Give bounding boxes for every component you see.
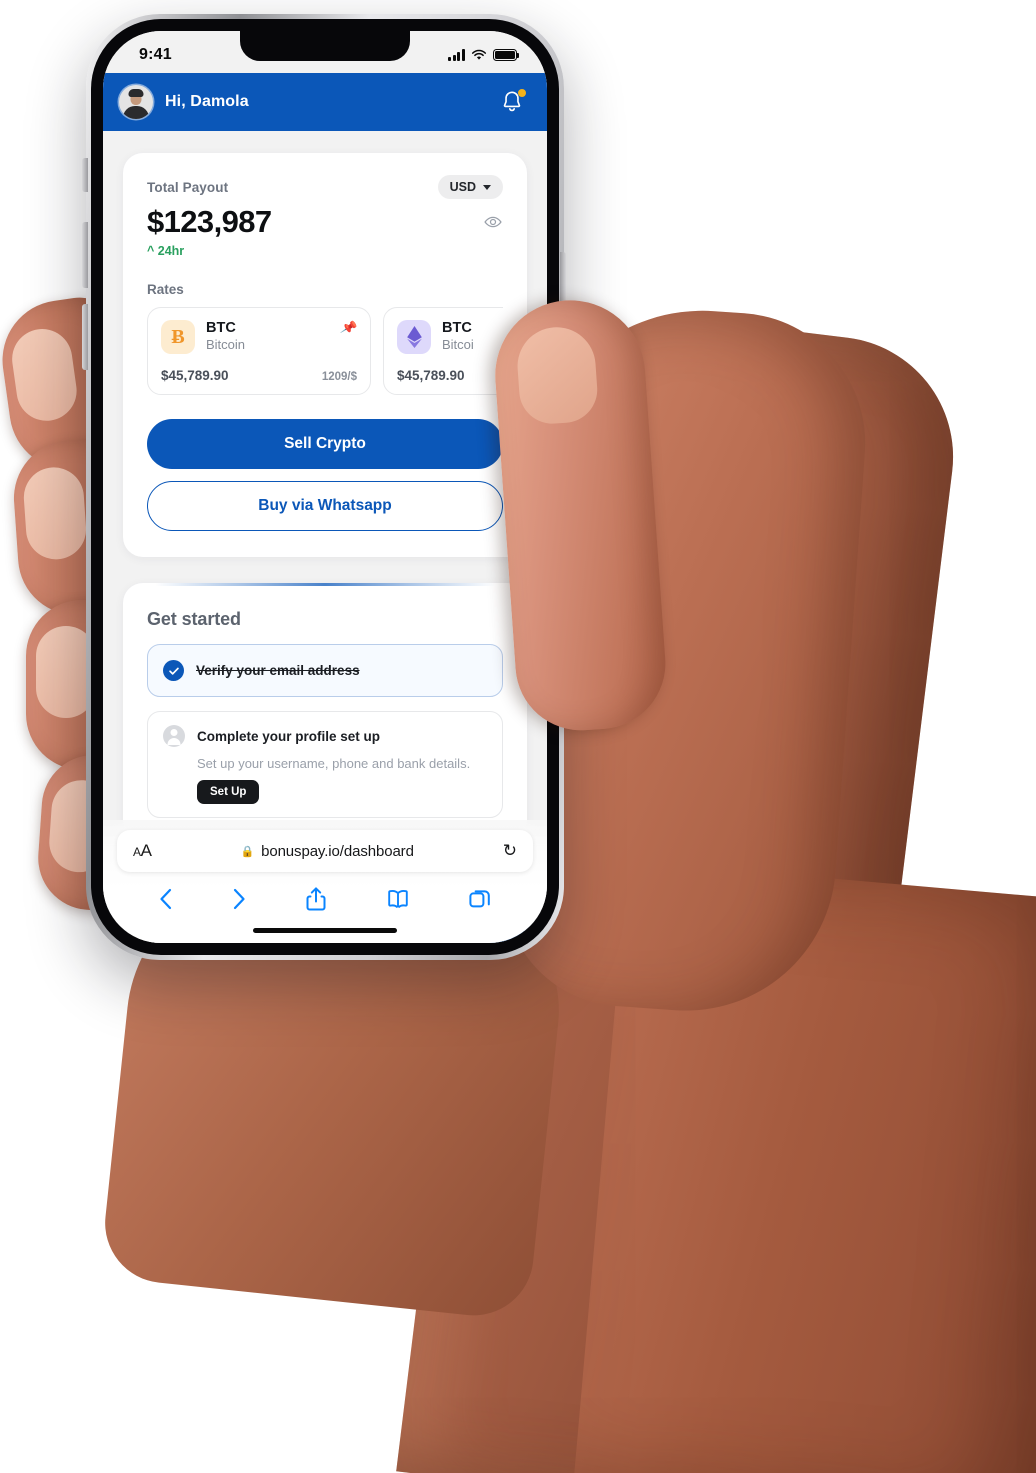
fingernail bbox=[21, 465, 89, 562]
task-item-complete-profile[interactable]: Complete your profile set up Set up your… bbox=[147, 711, 503, 818]
tabs-button[interactable] bbox=[468, 887, 492, 911]
bitcoin-icon: Ƀ bbox=[161, 320, 195, 354]
get-started-title: Get started bbox=[147, 609, 241, 629]
bookmarks-button[interactable] bbox=[385, 888, 411, 910]
chevron-down-icon bbox=[483, 184, 491, 190]
avatar[interactable] bbox=[119, 85, 153, 119]
balance-card: Total Payout USD $123,987 ^ 24hr Rates Ƀ… bbox=[123, 153, 527, 557]
text-size-small: A bbox=[133, 845, 141, 859]
browser-chrome: AA 🔒 bonuspay.io/dashboard ↻ bbox=[103, 820, 547, 943]
url-text: bonuspay.io/dashboard bbox=[261, 842, 414, 860]
balance-amount: $123,987 bbox=[147, 204, 272, 239]
rate-card-labels: BTC Bitcoin bbox=[206, 320, 245, 354]
coin-symbol: BTC bbox=[206, 320, 236, 336]
rate-card[interactable]: BTC Bitcoi $45,789.90 bbox=[383, 307, 503, 395]
rate-card-labels: BTC Bitcoi bbox=[442, 320, 474, 354]
rate-card-bottom: $45,789.90 bbox=[397, 368, 503, 383]
sell-crypto-button[interactable]: Sell Crypto bbox=[147, 419, 503, 469]
check-circle-icon bbox=[163, 660, 184, 681]
padlock-icon: 🔒 bbox=[240, 845, 255, 858]
back-button[interactable] bbox=[158, 887, 174, 911]
phone-frame: 9:41 Hi, Damola Total Payout USD $123,98… bbox=[86, 14, 564, 960]
rate-card[interactable]: Ƀ BTC Bitcoin 📌 $45,789.90 1209/$ bbox=[147, 307, 371, 395]
home-indicator bbox=[253, 928, 397, 933]
fingernail bbox=[8, 325, 81, 425]
address-bar[interactable]: AA 🔒 bonuspay.io/dashboard ↻ bbox=[117, 830, 533, 872]
notch bbox=[240, 31, 410, 61]
text-size-big: A bbox=[140, 841, 152, 860]
rate-card-top: BTC Bitcoi bbox=[397, 320, 503, 354]
volume-up-button[interactable] bbox=[82, 222, 88, 288]
pin-icon[interactable]: 📌 bbox=[339, 318, 359, 337]
ethereum-icon bbox=[397, 320, 431, 354]
coin-name: Bitcoi bbox=[442, 336, 474, 352]
status-clock: 9:41 bbox=[139, 46, 172, 63]
notification-badge bbox=[518, 89, 526, 97]
thumb bbox=[490, 295, 670, 735]
currency-selector[interactable]: USD bbox=[437, 175, 503, 199]
buy-via-whatsapp-button[interactable]: Buy via Whatsapp bbox=[147, 481, 503, 531]
set-up-button[interactable]: Set Up bbox=[197, 780, 260, 804]
volume-down-button[interactable] bbox=[82, 304, 88, 370]
task-title: Verify your email address bbox=[196, 663, 360, 678]
eye-visibility-icon[interactable] bbox=[483, 212, 503, 232]
coin-name: Bitcoin bbox=[206, 336, 246, 352]
status-icons bbox=[448, 49, 520, 61]
app-viewport: Hi, Damola Total Payout USD $123,987 ^ 2… bbox=[103, 73, 547, 943]
phone-screen: 9:41 Hi, Damola Total Payout USD $123,98… bbox=[103, 31, 547, 943]
bitcoin-glyph: Ƀ bbox=[171, 325, 185, 348]
mute-switch[interactable] bbox=[82, 158, 88, 192]
rates-label: Rates bbox=[147, 282, 184, 297]
text-size-button[interactable]: AA bbox=[133, 841, 152, 861]
coin-price: $45,789.90 bbox=[161, 368, 229, 383]
phone-bezel: 9:41 Hi, Damola Total Payout USD $123,98… bbox=[91, 19, 559, 955]
share-button[interactable] bbox=[305, 886, 327, 912]
task-description: Set up your username, phone and bank det… bbox=[197, 756, 471, 771]
battery-full-icon bbox=[493, 49, 520, 61]
url-display[interactable]: 🔒 bonuspay.io/dashboard bbox=[240, 843, 413, 860]
scene: 9:41 Hi, Damola Total Payout USD $123,98… bbox=[0, 0, 1036, 1473]
rates-strip[interactable]: Ƀ BTC Bitcoin 📌 $45,789.90 1209/$ BTC Bi… bbox=[147, 307, 503, 395]
total-payout-label: Total Payout bbox=[147, 179, 229, 195]
person-circle-icon bbox=[163, 725, 185, 747]
task-item-verify-email[interactable]: Verify your email address bbox=[147, 644, 503, 697]
app-header: Hi, Damola bbox=[103, 73, 547, 131]
task-head: Complete your profile set up bbox=[163, 725, 487, 747]
rate-card-bottom: $45,789.90 1209/$ bbox=[161, 368, 357, 383]
greeting-text: Hi, Damola bbox=[165, 93, 249, 110]
currency-value: USD bbox=[449, 180, 476, 194]
browser-toolbar bbox=[103, 872, 547, 926]
forward-button[interactable] bbox=[231, 887, 247, 911]
coin-symbol: BTC bbox=[442, 320, 472, 336]
balance-amount-row: $123,987 bbox=[147, 204, 503, 240]
coin-price: $45,789.90 bbox=[397, 368, 465, 383]
cellular-bars-icon bbox=[448, 49, 465, 61]
wifi-icon bbox=[471, 49, 487, 60]
coin-unit: 1209/$ bbox=[321, 371, 357, 383]
task-title: Complete your profile set up bbox=[197, 728, 381, 744]
reload-icon[interactable]: ↻ bbox=[503, 841, 517, 861]
rate-card-top: Ƀ BTC Bitcoin 📌 bbox=[161, 318, 359, 354]
notification-bell-icon[interactable] bbox=[499, 89, 526, 115]
app-header-left: Hi, Damola bbox=[119, 85, 249, 119]
balance-card-top: Total Payout USD bbox=[147, 175, 503, 199]
balance-delta: ^ 24hr bbox=[147, 244, 185, 258]
thumbnail bbox=[514, 324, 600, 426]
